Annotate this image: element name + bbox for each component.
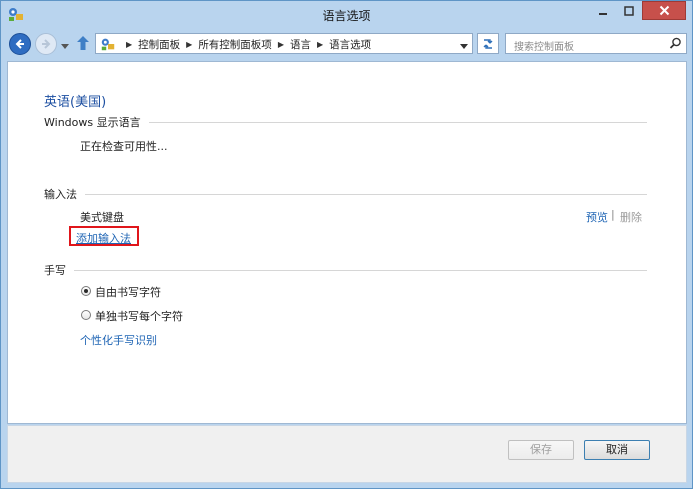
display-language-section: Windows 显示语言 bbox=[44, 114, 647, 130]
add-input-method-highlight: 添加输入法 bbox=[69, 226, 139, 246]
navigation-bar: ▶ 控制面板 ▶ 所有控制面板项 ▶ 语言 ▶ 语言选项 搜索控制面板 bbox=[7, 31, 687, 57]
history-dropdown-icon[interactable] bbox=[61, 40, 69, 53]
breadcrumb-separator-icon[interactable]: ▶ bbox=[317, 40, 323, 49]
close-button[interactable] bbox=[642, 1, 686, 20]
refresh-button[interactable] bbox=[477, 33, 499, 54]
preview-link[interactable]: 预览 bbox=[586, 209, 608, 225]
section-divider bbox=[148, 121, 647, 123]
window-controls bbox=[590, 1, 686, 21]
content-panel: 英语(美国) Windows 显示语言 正在检查可用性... 输入法 美式键盘 … bbox=[7, 61, 687, 424]
forward-button[interactable] bbox=[35, 33, 57, 55]
minimize-button[interactable] bbox=[590, 1, 616, 20]
breadcrumb: ▶ 控制面板 ▶ 所有控制面板项 ▶ 语言 ▶ 语言选项 bbox=[120, 37, 371, 52]
add-input-method-link[interactable]: 添加输入法 bbox=[76, 230, 131, 246]
delete-link[interactable]: 删除 bbox=[620, 209, 642, 225]
handwriting-label: 手写 bbox=[44, 264, 66, 277]
close-icon bbox=[659, 5, 669, 16]
breadcrumb-language[interactable]: 语言 bbox=[290, 37, 311, 52]
address-dropdown-icon[interactable] bbox=[460, 40, 468, 53]
address-bar[interactable]: ▶ 控制面板 ▶ 所有控制面板项 ▶ 语言 ▶ 语言选项 bbox=[95, 33, 473, 54]
up-arrow-icon[interactable] bbox=[76, 35, 90, 54]
breadcrumb-separator-icon: ▶ bbox=[126, 40, 133, 49]
save-button[interactable]: 保存 bbox=[508, 440, 574, 460]
breadcrumb-all-items[interactable]: 所有控制面板项 bbox=[198, 37, 272, 52]
display-language-status: 正在检查可用性... bbox=[80, 140, 168, 153]
radio-free-writing[interactable] bbox=[81, 286, 91, 296]
personalize-handwriting-link[interactable]: 个性化手写识别 bbox=[80, 332, 157, 348]
title-bar: 语言选项 bbox=[1, 1, 692, 29]
button-bar: 保存 取消 bbox=[7, 425, 687, 483]
back-button[interactable] bbox=[9, 33, 31, 55]
search-placeholder: 搜索控制面板 bbox=[514, 42, 574, 53]
free-writing-label[interactable]: 自由书写字符 bbox=[95, 284, 161, 300]
link-separator: | bbox=[611, 208, 615, 221]
search-icon[interactable] bbox=[669, 37, 682, 53]
breadcrumb-separator-icon[interactable]: ▶ bbox=[278, 40, 284, 49]
window-title: 语言选项 bbox=[322, 9, 371, 23]
language-title: 英语(美国) bbox=[44, 95, 107, 110]
maximize-icon bbox=[624, 5, 634, 16]
single-character-label[interactable]: 单独书写每个字符 bbox=[95, 308, 183, 324]
forward-icon bbox=[42, 39, 51, 49]
search-input[interactable]: 搜索控制面板 bbox=[505, 33, 687, 54]
cancel-button[interactable]: 取消 bbox=[584, 440, 650, 460]
input-method-section: 输入法 bbox=[44, 186, 647, 202]
breadcrumb-language-options[interactable]: 语言选项 bbox=[329, 37, 371, 52]
section-divider bbox=[85, 193, 647, 195]
handwriting-section: 手写 bbox=[44, 262, 647, 278]
minimize-icon bbox=[599, 12, 607, 15]
breadcrumb-separator-icon[interactable]: ▶ bbox=[186, 40, 192, 49]
address-control-panel-icon bbox=[100, 36, 116, 55]
radio-single-character[interactable] bbox=[81, 310, 91, 320]
input-method-label: 输入法 bbox=[44, 188, 77, 201]
back-icon bbox=[15, 39, 24, 49]
keyboard-name: 美式键盘 bbox=[80, 211, 124, 224]
maximize-button[interactable] bbox=[616, 1, 642, 20]
section-divider bbox=[74, 269, 647, 271]
refresh-icon bbox=[483, 38, 493, 49]
display-language-label: Windows 显示语言 bbox=[44, 116, 141, 129]
language-options-window: 语言选项 ▶ 控制面板 ▶ 所有控制面板项 ▶ 语言 ▶ 语言选项 搜索控制面板… bbox=[0, 0, 693, 489]
breadcrumb-control-panel[interactable]: 控制面板 bbox=[138, 37, 180, 52]
